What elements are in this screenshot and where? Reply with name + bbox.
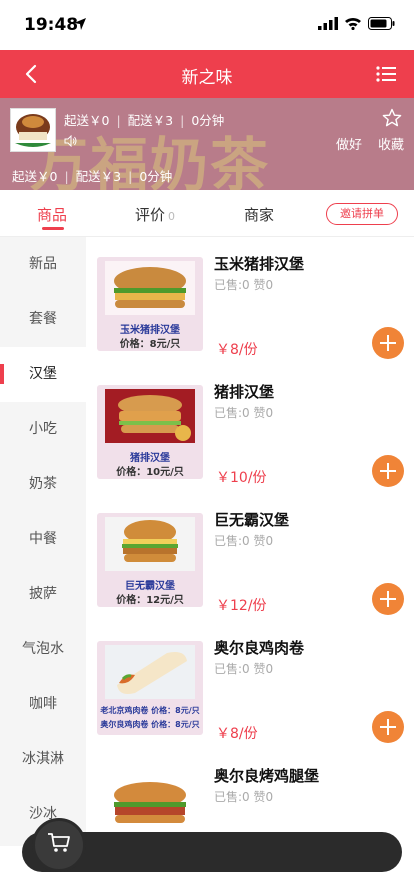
product-image-price: 价格：8元/只 — [119, 339, 181, 350]
status-bar: 19:48 — [0, 0, 414, 50]
sidebar-item-pizza[interactable]: 披萨 — [0, 567, 86, 622]
delivery-fee: 配送￥3 — [127, 113, 174, 128]
product-price: ￥12/份 — [216, 598, 267, 614]
list-menu-icon[interactable] — [376, 65, 396, 83]
sidebar-item-milk-tea[interactable]: 奶茶 — [0, 457, 86, 512]
product-price: ￥8/份 — [216, 342, 258, 358]
sidebar-item-coffee[interactable]: 咖啡 — [0, 677, 86, 732]
status-time: 19:48 — [24, 15, 79, 35]
product-sales: 已售:0 赞0 — [214, 790, 274, 804]
product-item[interactable]: 玉米猪排汉堡 价格：8元/只 玉米猪排汉堡 已售:0 赞0 ￥8/份 — [86, 237, 414, 365]
product-item[interactable]: 猪排汉堡 价格：10元/只 猪排汉堡 已售:0 赞0 ￥10/份 — [86, 365, 414, 493]
product-image-caption: 猪排汉堡 — [130, 453, 170, 464]
product-name: 巨无霸汉堡 — [214, 511, 290, 529]
divider: | — [64, 169, 69, 184]
product-image-price: 价格：12元/只 — [116, 595, 184, 606]
sidebar-item-snacks[interactable]: 小吃 — [0, 402, 86, 457]
sidebar-item-burger[interactable]: 汉堡 — [0, 347, 86, 402]
burger-image — [105, 517, 195, 571]
tab-reviews-label: 评价 — [135, 206, 166, 224]
add-to-cart-button[interactable] — [372, 583, 404, 615]
divider: | — [180, 113, 185, 128]
delivery-fee: 配送￥3 — [75, 169, 122, 184]
speaker-icon — [64, 135, 77, 147]
tab-goods[interactable]: 商品 — [37, 204, 67, 225]
product-image[interactable]: 老北京鸡肉卷 价格：8元/只 奥尔良鸡肉卷 价格：8元/只 — [97, 641, 203, 735]
product-image[interactable]: 玉米猪排汉堡 价格：8元/只 — [97, 257, 203, 351]
product-item[interactable]: 巨无霸汉堡 价格：12元/只 巨无霸汉堡 已售:0 赞0 ￥12/份 — [86, 493, 414, 621]
star-favorite-icon[interactable] — [382, 108, 402, 128]
shop-banner: 万福奶茶 起送￥0 | 配送￥3 | 0分钟 起送￥0 | 配送￥3 | 0分钟 做好 收藏 — [0, 98, 414, 190]
product-name: 奥尔良烤鸡腿堡 — [214, 767, 320, 785]
product-image-caption: 玉米猪排汉堡 — [120, 325, 180, 336]
add-to-cart-button[interactable] — [372, 327, 404, 359]
shop-logo-image — [11, 109, 55, 151]
product-image[interactable]: 猪排汉堡 价格：10元/只 — [97, 385, 203, 479]
cart-button[interactable] — [32, 818, 86, 872]
product-image-price: 价格：10元/只 — [116, 467, 184, 478]
product-image[interactable]: 巨无霸汉堡 价格：12元/只 — [97, 513, 203, 607]
product-name: 玉米猪排汉堡 — [214, 255, 305, 273]
sidebar-item-ice-cream[interactable]: 冰淇淋 — [0, 732, 86, 787]
delivery-info-bottom: 起送￥0 | 配送￥3 | 0分钟 — [12, 166, 172, 185]
divider: | — [128, 169, 133, 184]
product-list: 玉米猪排汉堡 价格：8元/只 玉米猪排汉堡 已售:0 赞0 ￥8/份 猪排汉堡 … — [86, 237, 414, 863]
sidebar-item-combo[interactable]: 套餐 — [0, 292, 86, 347]
tab-merchant[interactable]: 商家 — [244, 204, 274, 225]
product-sales: 已售:0 赞0 — [214, 534, 274, 548]
product-sales: 已售:0 赞0 — [214, 662, 274, 676]
product-price: ￥8/份 — [216, 726, 258, 742]
delivery-time: 0分钟 — [139, 169, 173, 184]
battery-icon — [368, 17, 395, 30]
product-name: 奥尔良鸡肉卷 — [214, 639, 305, 657]
product-sales: 已售:0 赞0 — [214, 278, 274, 292]
product-item[interactable]: 老北京鸡肉卷 价格：8元/只 奥尔良鸡肉卷 价格：8元/只 奥尔良鸡肉卷 已售:… — [86, 621, 414, 749]
cellular-signal-icon — [318, 17, 338, 30]
group-order-button[interactable]: 邀请拼单 — [326, 203, 398, 225]
favorite-label[interactable]: 收藏 — [378, 134, 404, 153]
product-image-caption: 老北京鸡肉卷 价格：8元/只 — [100, 706, 200, 715]
burger-image — [105, 261, 195, 315]
min-delivery: 起送￥0 — [12, 169, 58, 184]
tab-active-indicator — [42, 227, 64, 230]
shopping-cart-icon — [48, 833, 70, 852]
product-sales: 已售:0 赞0 — [214, 406, 274, 420]
location-arrow-icon — [74, 18, 86, 30]
shop-logo[interactable] — [10, 108, 56, 152]
wrap-image — [105, 645, 195, 699]
product-image-caption: 巨无霸汉堡 — [125, 581, 175, 592]
min-delivery: 起送￥0 — [64, 113, 110, 128]
product-image-price: 奥尔良鸡肉卷 价格：8元/只 — [100, 720, 200, 729]
shop-tabs: 商品 评价 0 商家 邀请拼单 — [0, 190, 414, 237]
tab-goods-label: 商品 — [37, 206, 68, 224]
delivery-time: 0分钟 — [191, 113, 225, 128]
burger-image — [105, 389, 195, 443]
shop-slogan: 做好 — [336, 138, 363, 153]
add-to-cart-button[interactable] — [372, 711, 404, 743]
product-price: ￥10/份 — [216, 470, 267, 486]
category-sidebar: 新品 套餐 汉堡 小吃 奶茶 中餐 披萨 气泡水 咖啡 冰淇淋 沙冰 — [0, 237, 86, 846]
sidebar-item-chinese[interactable]: 中餐 — [0, 512, 86, 567]
sidebar-item-sparkling-water[interactable]: 气泡水 — [0, 622, 86, 677]
page-title: 新之味 — [181, 68, 233, 88]
add-to-cart-button[interactable] — [372, 455, 404, 487]
sidebar-item-new[interactable]: 新品 — [0, 237, 86, 292]
tab-merchant-label: 商家 — [244, 206, 275, 224]
burger-image — [105, 779, 195, 833]
wifi-icon — [345, 17, 361, 30]
nav-bar: 新之味 — [0, 50, 414, 98]
delivery-info-top: 起送￥0 | 配送￥3 | 0分钟 — [64, 110, 224, 129]
reviews-count: 0 — [168, 210, 176, 223]
divider: | — [116, 113, 121, 128]
tab-reviews[interactable]: 评价 0 — [135, 204, 175, 225]
product-name: 猪排汉堡 — [214, 383, 275, 401]
